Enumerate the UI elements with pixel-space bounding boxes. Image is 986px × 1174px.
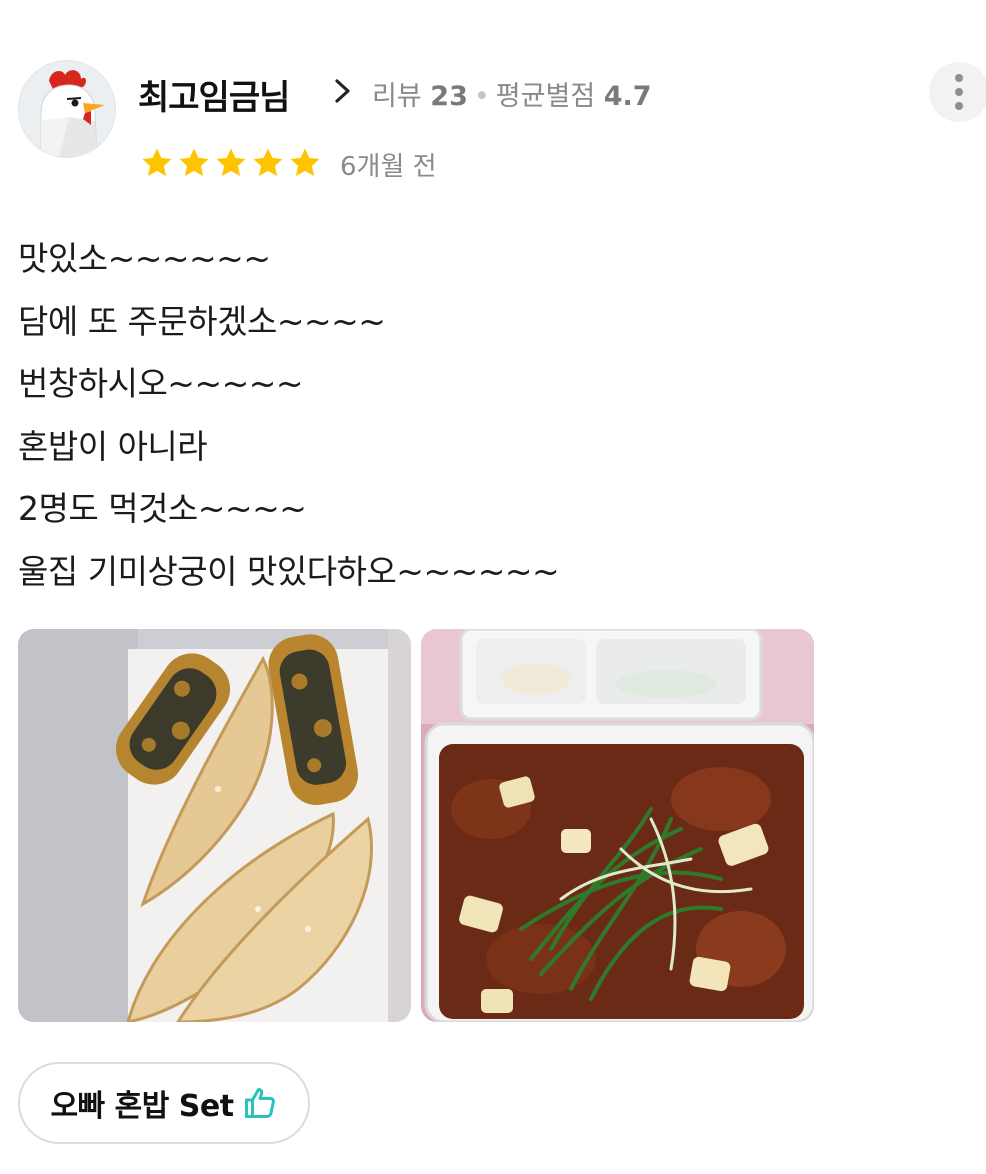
review-line: 2명도 먹것소~~~~ [18, 489, 307, 528]
avg-rating: 4.7 [603, 81, 652, 112]
review-line: 맛있소~~~~~~ [18, 239, 271, 278]
review-line: 울집 기미상궁이 맛있다하오~~~~~~ [18, 551, 560, 591]
star-icon [253, 148, 283, 177]
star-icon [142, 148, 172, 177]
chicken-avatar-icon [19, 61, 115, 157]
review-count-label: 리뷰 [372, 81, 422, 112]
reviewer-name[interactable]: 최고임금님 [138, 70, 290, 119]
star-icon [216, 148, 246, 177]
more-dot-icon [955, 102, 963, 110]
avg-rating-label: 평균별점 [495, 81, 596, 112]
menu-tag-label: 오빠 혼밥 Set [50, 1089, 234, 1124]
review-photo-stirfry[interactable] [421, 629, 814, 1022]
food-photo-image [18, 629, 411, 1022]
reviewer-stats: 리뷰 23 • 평균별점 4.7 [372, 74, 652, 113]
review-photo-dumplings[interactable] [18, 629, 411, 1022]
review-count: 23 [430, 81, 468, 112]
avatar[interactable] [18, 60, 116, 158]
menu-tag-chip[interactable]: 오빠 혼밥 Set [18, 1062, 310, 1144]
more-options-button[interactable] [929, 62, 986, 122]
thumbs-up-icon [244, 1088, 275, 1118]
food-photo-image [421, 629, 814, 1022]
more-dot-icon [955, 88, 963, 96]
review-line: 담에 또 주문하겠소~~~~ [18, 301, 386, 341]
review-text: 맛있소~~~~~~ 담에 또 주문하겠소~~~~ 번창하시오~~~~~ 혼밥이 … [18, 228, 560, 603]
separator-dot: • [473, 81, 490, 112]
more-dot-icon [955, 74, 963, 82]
star-rating [140, 146, 322, 180]
review-date: 6개월 전 [340, 152, 437, 182]
star-icon [290, 148, 320, 177]
chevron-right-icon[interactable] [330, 76, 356, 106]
review-line: 번창하시오~~~~~ [18, 364, 304, 403]
review-line: 혼밥이 아니라 [18, 426, 208, 466]
star-icon [179, 148, 209, 177]
